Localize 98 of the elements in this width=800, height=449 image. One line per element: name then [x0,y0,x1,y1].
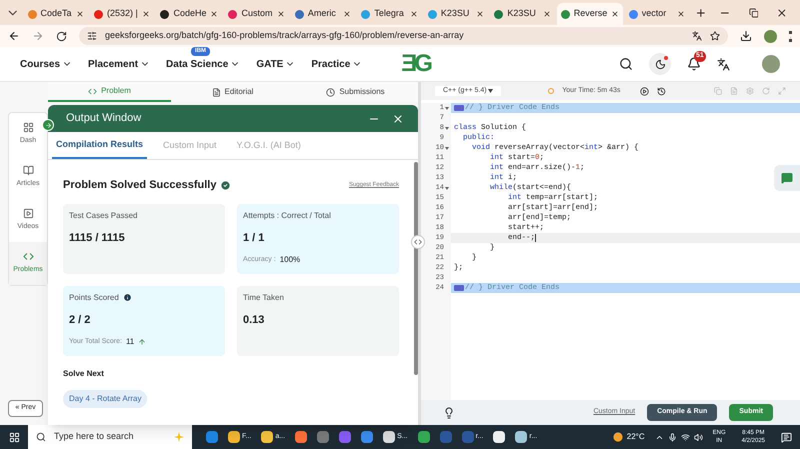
address-bar[interactable]: geeksforgeeks.org/batch/gfg-160-problems/track/arrays-gfg-160/problem/reverse-an-array [79,27,728,45]
arrow-icon [44,122,52,128]
close-icon[interactable] [542,10,551,18]
windows-icon [8,432,20,442]
result-heading: Problem Solved Successfully [63,178,216,193]
wifi-icon[interactable] [680,432,690,442]
success-icon [220,180,232,191]
fold-caret-icon[interactable] [445,146,449,150]
back-icon[interactable] [8,30,20,42]
url-text: geeksforgeeks.org/batch/gfg-160-problems/track/arrays-gfg-160/problem/reverse-an-array [105,29,465,42]
browser-tab[interactable]: vector [624,3,690,25]
close-icon[interactable] [610,10,619,18]
text-cursor [535,234,536,242]
temperature[interactable]: 22°C [626,431,645,443]
weather-icon[interactable] [612,432,623,442]
menu-item-icon [22,122,34,134]
chat-button[interactable] [774,165,800,191]
browser-tab[interactable]: CodeTa [24,3,88,25]
bell-icon[interactable] [687,57,701,71]
moon-icon [654,58,666,70]
fold-caret-icon[interactable] [445,186,449,190]
tab-icon [88,86,98,96]
stat-title: Test Cases Passed [69,210,138,222]
info-icon[interactable] [122,293,132,302]
chat-icon [781,172,793,184]
close-icon[interactable] [276,10,285,18]
volume-icon[interactable] [694,432,703,442]
browser-tab[interactable]: Custom [224,3,289,25]
nav-menu[interactable]: Courses [20,56,72,72]
restore-icon[interactable] [748,8,758,18]
user-avatar[interactable] [762,55,780,73]
stat-title: Attempts : Correct / Total [243,210,331,222]
scrollbar[interactable] [414,162,418,375]
translate-icon[interactable] [692,31,702,41]
mic-icon[interactable] [668,432,677,442]
translate-icon[interactable] [717,58,730,70]
new-tab-icon[interactable] [695,6,707,18]
more-icon[interactable] [789,30,792,42]
notifications-icon[interactable] [781,432,792,442]
close-icon[interactable] [410,10,418,18]
close-icon[interactable] [392,112,404,124]
browser-tab[interactable]: (2532) | [90,3,154,25]
browser-tab[interactable]: Reverse [556,3,623,25]
nav-menu[interactable]: GATE [256,56,296,72]
browser-tab[interactable]: Telegra [357,3,422,25]
bookmark-icon[interactable] [710,31,720,41]
tab-icon [326,88,336,96]
menu-item-icon [22,208,34,220]
close-icon[interactable] [476,10,484,18]
close-icon[interactable] [343,10,352,18]
hint-icon[interactable] [443,406,455,418]
theme-toggle[interactable] [649,53,671,75]
folded-marker-icon[interactable] [454,285,464,291]
problem-tab[interactable]: Problem [48,82,171,102]
problem-tab[interactable]: Submissions [294,82,417,102]
search-icon [36,432,46,442]
start-timer-icon[interactable] [640,86,650,96]
nav-menu[interactable]: Placement [88,56,150,72]
solve-next-heading: Solve Next [63,368,105,380]
problem-tab[interactable]: Editorial [171,82,294,102]
forward-icon[interactable] [32,30,44,42]
browser-tab[interactable]: K23SU [424,3,488,25]
nav-menu[interactable]: Practice [311,56,362,72]
tab-icon [212,88,221,96]
stat-title: Time Taken [243,292,284,304]
folded-marker-icon[interactable] [454,105,464,111]
timer-icon [548,88,554,94]
output-tab[interactable]: Compilation Results [52,132,148,159]
stat-value: 0.13 [243,312,266,328]
stat-value: 2 / 2 [69,312,92,328]
fold-caret-icon[interactable] [445,106,449,110]
stat-footer-value: 11 [126,336,134,348]
stat-value: 1115 / 1115 [69,230,126,246]
next-problem-chip[interactable]: Day 4 - Rotate Array [63,390,148,408]
profile-avatar[interactable] [764,30,777,42]
site-info-icon[interactable] [87,31,97,41]
close-icon[interactable] [76,10,84,18]
browser-tab[interactable]: K23SU [490,3,555,25]
fold-caret-icon[interactable] [445,126,449,130]
menu-item-icon [22,165,34,176]
reset-timer-icon[interactable] [657,86,666,96]
close-icon[interactable] [142,10,150,18]
browser-tab[interactable]: Americ [290,3,356,25]
close-icon[interactable] [210,10,218,18]
reload-icon[interactable] [56,30,67,42]
menu-item-icon [22,251,34,262]
taskbar-search-field[interactable]: Type here to search [28,425,192,449]
browser-tab[interactable]: CodeHe [156,3,222,25]
download-icon[interactable] [740,30,752,42]
close-icon[interactable] [677,10,686,18]
window-title: Output Window [66,111,142,126]
sparkle-icon [174,432,184,442]
stat-footer-value: 100% [280,254,300,266]
stat-value: 1 / 1 [243,230,266,246]
caret-icon [488,89,493,93]
site-logo[interactable]: ƎG [401,46,430,82]
stat-title: Points Scored [69,292,119,304]
search-icon[interactable] [619,57,633,71]
